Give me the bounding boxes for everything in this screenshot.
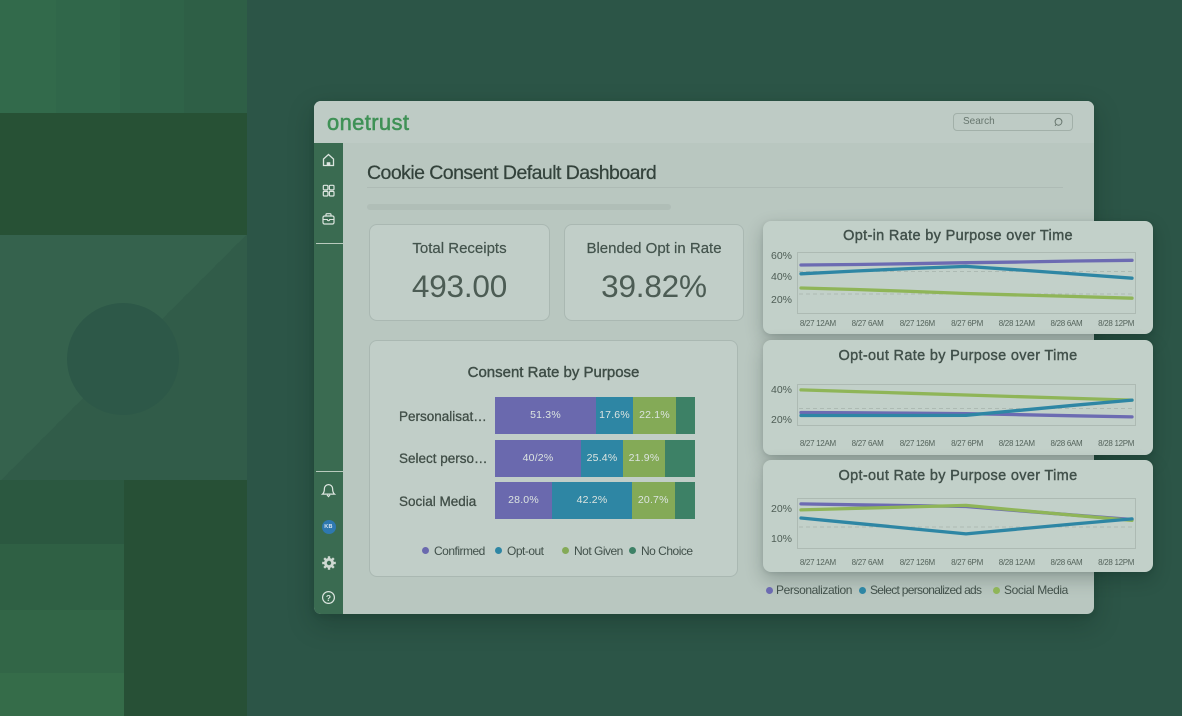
svg-text:?: ? (326, 593, 331, 603)
